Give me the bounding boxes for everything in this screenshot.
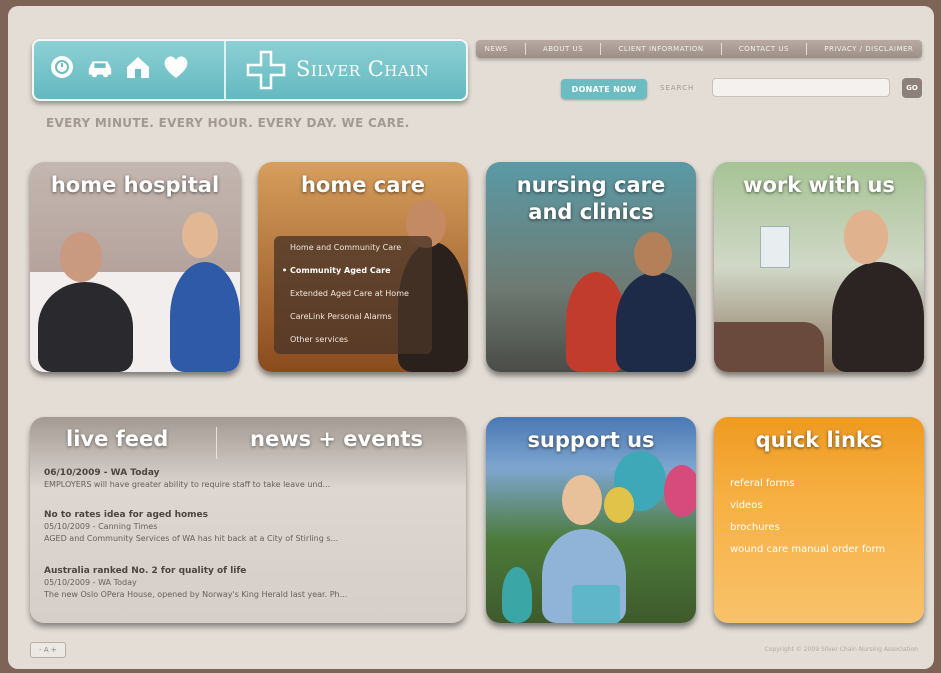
logo-divider bbox=[224, 41, 226, 99]
nav-separator bbox=[806, 43, 808, 55]
tile-title: support us bbox=[527, 428, 655, 452]
news-text: AGED and Community Services of WA has hi… bbox=[44, 534, 339, 543]
heart-icon bbox=[162, 53, 190, 81]
tile-work-with-us[interactable]: work with us bbox=[714, 162, 924, 372]
clock-icon bbox=[48, 53, 76, 81]
nav-news[interactable]: NEWS bbox=[485, 45, 508, 53]
news-events-tab[interactable]: news + events bbox=[250, 427, 423, 451]
tile-home-hospital[interactable]: home hospital bbox=[30, 162, 240, 372]
search-input[interactable] bbox=[712, 78, 890, 97]
news-source: 05/10/2009 - WA Today bbox=[44, 578, 137, 587]
tile-title: quick links bbox=[755, 428, 883, 452]
brand-name: Silver Chain bbox=[296, 57, 430, 81]
tile-support-us[interactable]: support us bbox=[486, 417, 696, 623]
live-feed-tab[interactable]: live feed bbox=[66, 427, 168, 451]
news-source: 05/10/2009 - Canning Times bbox=[44, 522, 158, 531]
logo-banner[interactable]: Silver Chain bbox=[32, 39, 468, 101]
quick-link[interactable]: videos bbox=[730, 495, 885, 517]
news-feed-panel: live feed news + events 06/10/2009 - WA … bbox=[30, 417, 466, 623]
nurse-head-image bbox=[182, 212, 218, 258]
home-care-submenu: Home and Community Care Community Aged C… bbox=[274, 236, 432, 354]
patient-arm-image bbox=[714, 322, 824, 372]
iv-pump-image bbox=[760, 226, 790, 268]
news-headline: 06/10/2009 - WA Today bbox=[44, 468, 160, 478]
quick-link[interactable]: referal forms bbox=[730, 473, 885, 495]
nurse-head-image bbox=[634, 232, 672, 276]
nurse-image bbox=[616, 272, 696, 372]
submenu-item[interactable]: Other services bbox=[274, 328, 432, 351]
patient-head-image bbox=[60, 232, 102, 282]
background-person-image bbox=[502, 567, 532, 623]
submenu-item[interactable]: Extended Aged Care at Home bbox=[274, 282, 432, 305]
quick-link[interactable]: wound care manual order form bbox=[730, 539, 885, 561]
nav-privacy[interactable]: PRIVACY / DISCLAIMER bbox=[824, 45, 913, 53]
news-item[interactable]: 06/10/2009 - WA Today EMPLOYERS will hav… bbox=[44, 467, 454, 491]
tile-nursing-care[interactable]: nursing care and clinics bbox=[486, 162, 696, 372]
nav-contact-us[interactable]: CONTACT US bbox=[739, 45, 789, 53]
nav-separator bbox=[600, 43, 602, 55]
tile-title: home care bbox=[300, 173, 426, 197]
nav-separator bbox=[720, 43, 722, 55]
search-go-button[interactable]: GO bbox=[902, 78, 922, 98]
feed-divider bbox=[216, 427, 217, 459]
font-size-button[interactable]: - A + bbox=[30, 642, 66, 658]
tile-title: work with us bbox=[743, 173, 895, 197]
house-icon bbox=[124, 53, 152, 81]
nurse-image bbox=[170, 262, 240, 372]
news-headline: Australia ranked No. 2 for quality of li… bbox=[44, 566, 247, 576]
nurse-image bbox=[832, 262, 924, 372]
tagline: EVERY MINUTE. EVERY HOUR. EVERY DAY. WE … bbox=[46, 116, 410, 130]
car-icon bbox=[86, 53, 114, 81]
search-label: SEARCH bbox=[660, 84, 695, 92]
cross-logo-icon bbox=[246, 50, 286, 90]
nav-client-information[interactable]: CLIENT INFORMATION bbox=[618, 45, 703, 53]
tile-title: home hospital bbox=[50, 173, 220, 197]
submenu-item[interactable]: CareLink Personal Alarms bbox=[274, 305, 432, 328]
quick-link[interactable]: brochures bbox=[730, 517, 885, 539]
logo-icons bbox=[48, 53, 190, 81]
nav-about-us[interactable]: ABOUT US bbox=[543, 45, 583, 53]
tile-title: nursing care and clinics bbox=[516, 173, 666, 224]
tile-home-care[interactable]: home care Home and Community Care Commun… bbox=[258, 162, 468, 372]
tile-quick-links: quick links referal forms videos brochur… bbox=[714, 417, 924, 623]
news-text: The new Oslo OPera House, opened by Norw… bbox=[44, 590, 348, 599]
copyright-text: Copyright © 2009 Silver Chain Nursing As… bbox=[764, 646, 918, 653]
submenu-item[interactable]: Home and Community Care bbox=[274, 236, 432, 259]
donate-button[interactable]: DONATE NOW bbox=[561, 79, 647, 99]
news-headline: No to rates idea for aged homes bbox=[44, 510, 209, 520]
balloon-image bbox=[604, 487, 634, 523]
news-item[interactable]: Australia ranked No. 2 for quality of li… bbox=[44, 565, 454, 601]
patient-image bbox=[38, 282, 133, 372]
collection-tin-image bbox=[572, 585, 620, 623]
page: Silver Chain NEWS ABOUT US CLIENT INFORM… bbox=[8, 6, 934, 669]
balloon-image bbox=[664, 465, 696, 517]
news-item[interactable]: No to rates idea for aged homes 05/10/20… bbox=[44, 509, 454, 545]
woman-head-image bbox=[562, 475, 602, 525]
news-text: EMPLOYERS will have greater ability to r… bbox=[44, 480, 331, 489]
top-nav: NEWS ABOUT US CLIENT INFORMATION CONTACT… bbox=[476, 40, 922, 58]
nav-separator bbox=[524, 43, 526, 55]
submenu-item-active[interactable]: Community Aged Care bbox=[274, 259, 432, 282]
nurse-head-image bbox=[844, 210, 888, 264]
quick-links-list: referal forms videos brochures wound car… bbox=[730, 473, 885, 561]
